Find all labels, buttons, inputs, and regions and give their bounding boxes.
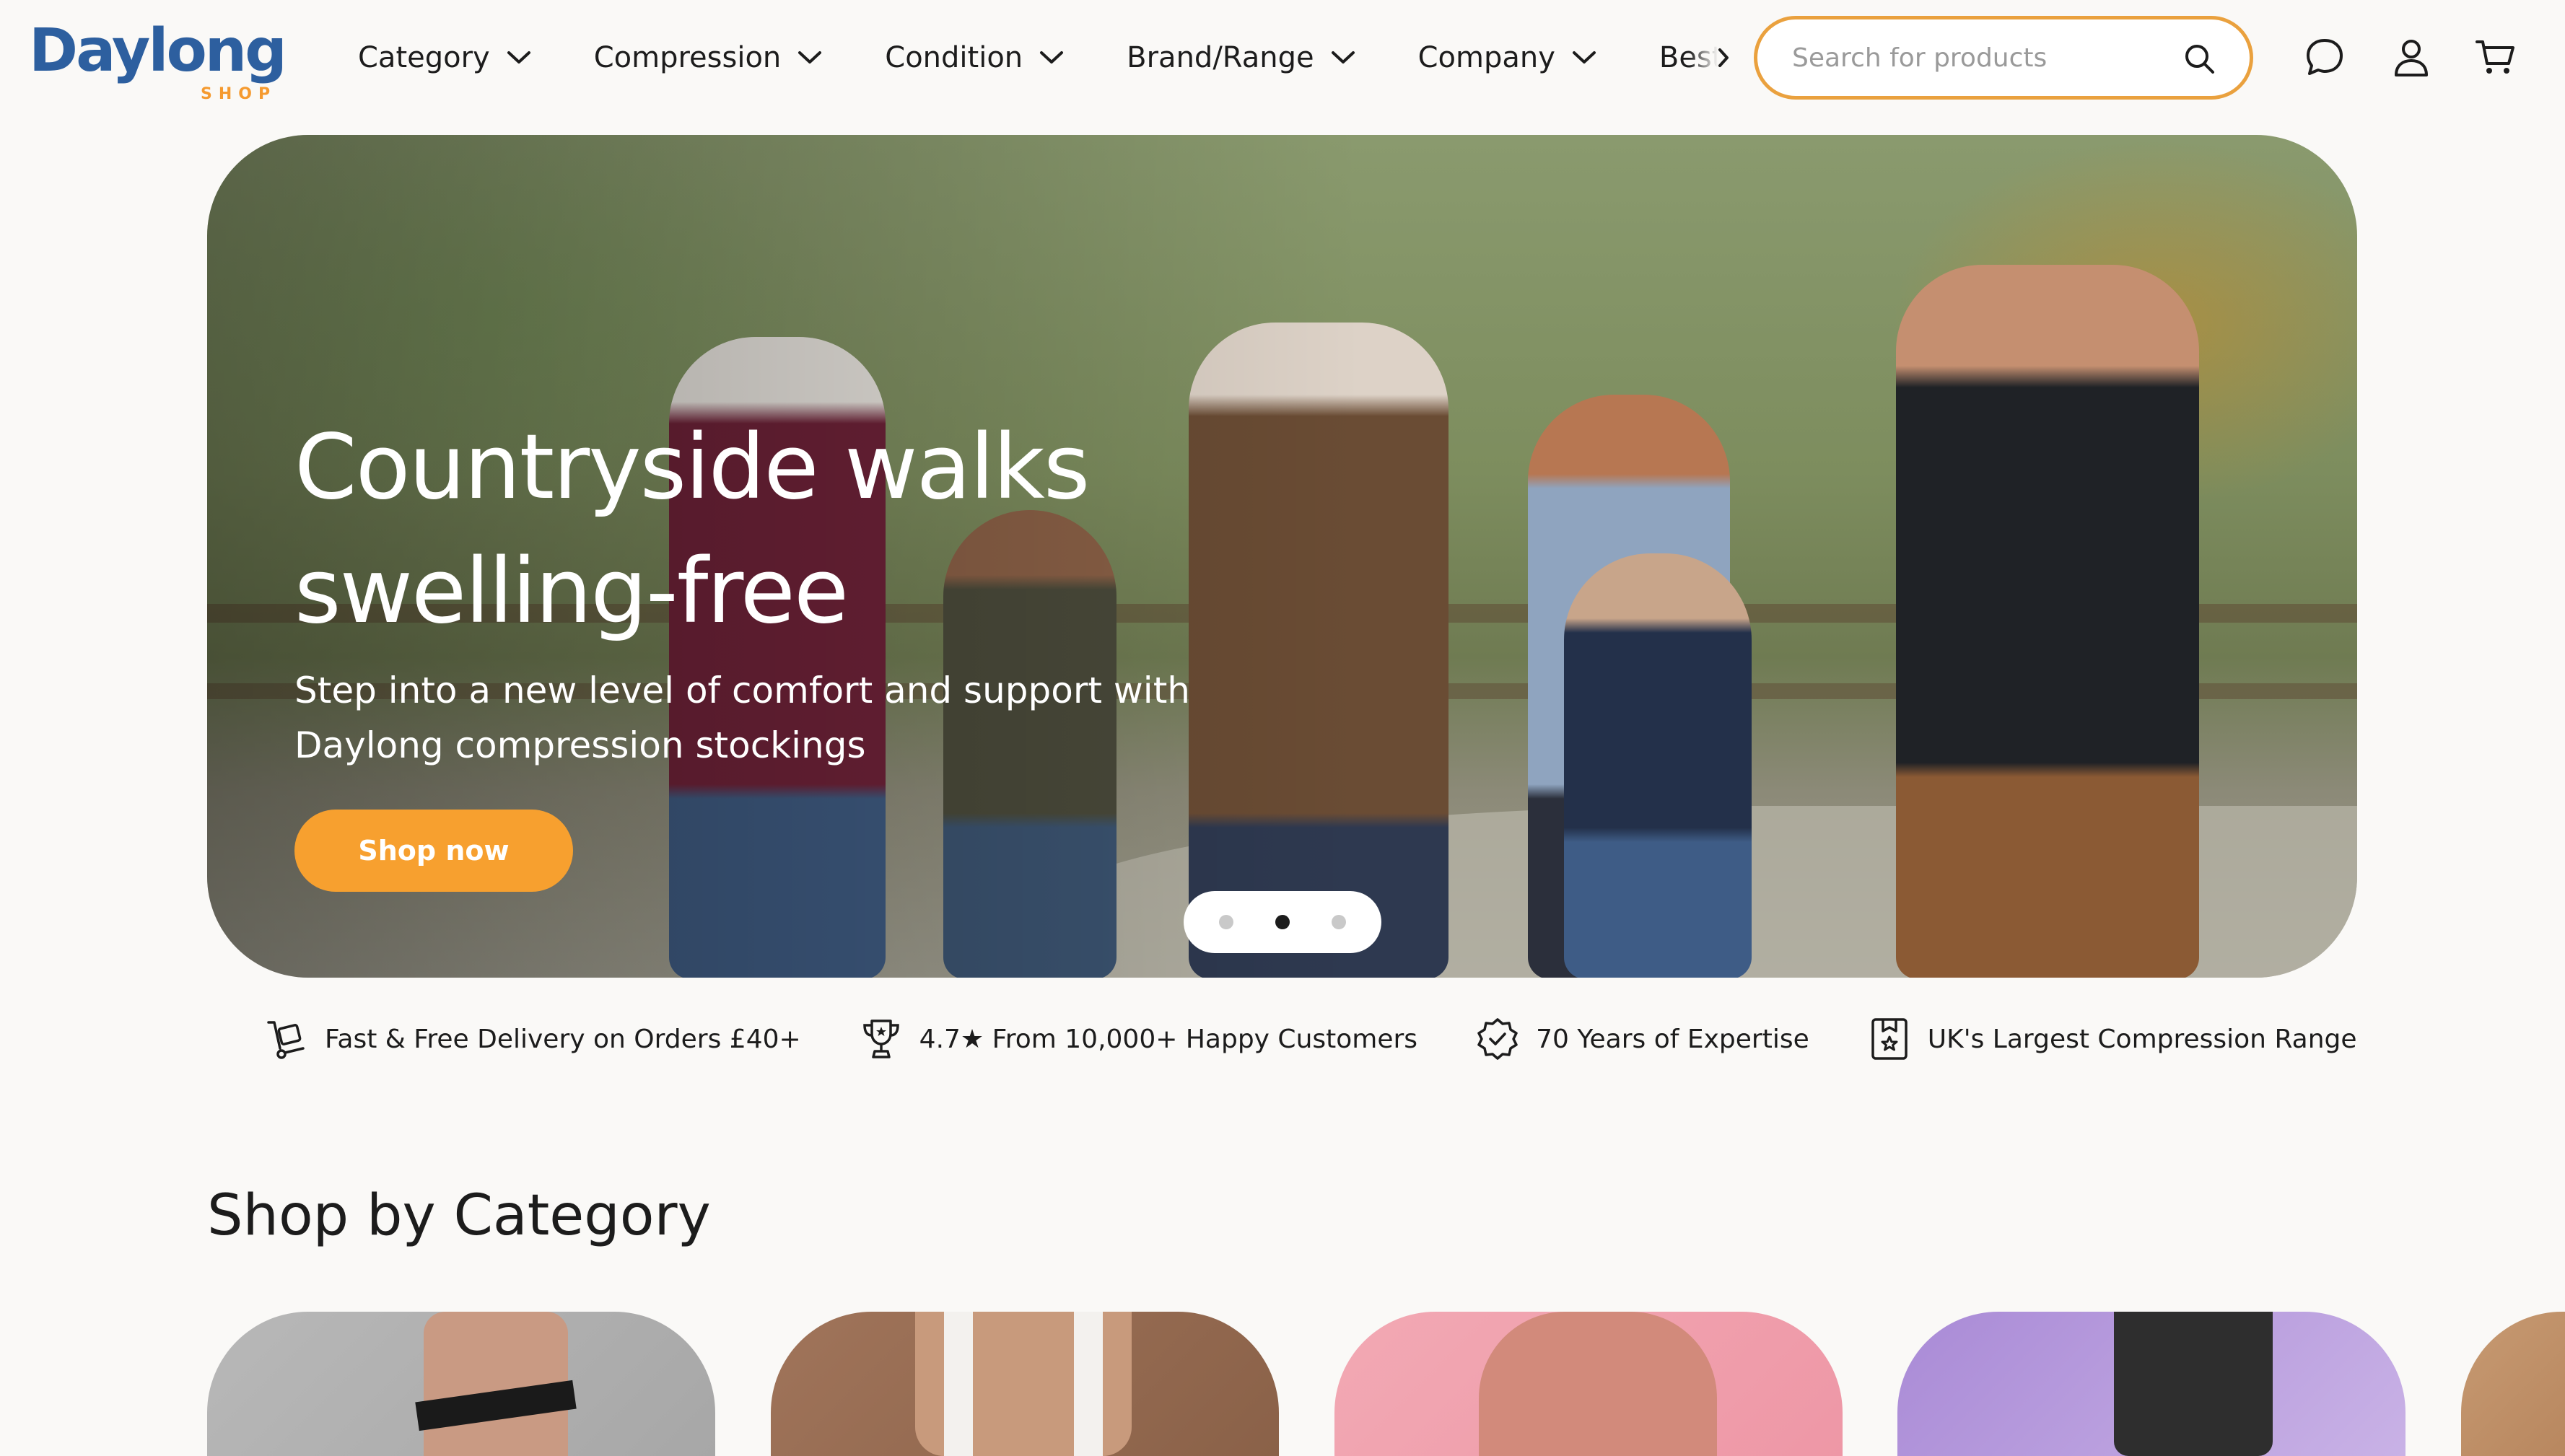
chevron-down-icon <box>1040 51 1064 63</box>
nav-condition-label: Condition <box>885 41 1023 74</box>
logo-subtitle: SHOP <box>201 85 277 103</box>
logo-wordmark: Daylong <box>29 17 287 85</box>
nav-brand-range-label: Brand/Range <box>1127 41 1314 74</box>
chevron-down-icon <box>507 51 530 63</box>
nav-scroll-right-button[interactable] <box>1709 40 1738 75</box>
category-image <box>2114 1312 2273 1456</box>
chevron-down-icon <box>1331 51 1355 63</box>
carousel-dot-2[interactable] <box>1275 915 1290 929</box>
daylong-shop-logo[interactable]: Daylong SHOP <box>29 19 287 104</box>
feature-strip: Fast & Free Delivery on Orders £40+ 4.7★… <box>264 1010 2415 1068</box>
nav-category[interactable]: Category <box>358 29 532 87</box>
person-father <box>1896 265 2199 978</box>
cart-icon[interactable] <box>2474 36 2516 78</box>
trophy-icon <box>862 1019 899 1058</box>
feature-delivery: Fast & Free Delivery on Orders £40+ <box>264 1017 801 1061</box>
nav-compression-label: Compression <box>593 41 782 74</box>
nav-company[interactable]: Company <box>1418 29 1597 87</box>
feature-range: UK's Largest Compression Range <box>1867 1017 2357 1061</box>
feature-reviews: 4.7★ From 10,000+ Happy Customers <box>859 1017 1417 1061</box>
chevron-right-icon <box>1718 48 1729 67</box>
hero-subtitle: Step into a new level of comfort and sup… <box>294 670 1190 766</box>
feature-range-text: UK's Largest Compression Range <box>1927 1024 2357 1054</box>
category-image <box>944 1312 973 1456</box>
site-header: Daylong SHOP Category Compression Condit… <box>0 0 2565 115</box>
search-input[interactable] <box>1792 43 2167 73</box>
category-card[interactable] <box>1334 1312 1843 1456</box>
category-card[interactable] <box>207 1312 715 1456</box>
hero-title-line-1: Countryside walks <box>294 416 1090 519</box>
star-bookmark-icon <box>1871 1018 1908 1060</box>
nav-company-label: Company <box>1417 41 1555 74</box>
shop-by-category-heading: Shop by Category <box>207 1183 711 1248</box>
nav-category-label: Category <box>358 41 490 74</box>
shop-now-button[interactable]: Shop now <box>294 810 573 892</box>
feature-expertise: 70 Years of Expertise <box>1475 1017 1809 1061</box>
category-card[interactable] <box>1897 1312 2405 1456</box>
badge-check-icon <box>1477 1018 1518 1060</box>
nav-brand-range[interactable]: Brand/Range <box>1127 29 1355 87</box>
search-icon[interactable] <box>2183 43 2216 76</box>
hero-banner: Countryside walks swelling-free Step int… <box>207 135 2357 978</box>
feature-delivery-text: Fast & Free Delivery on Orders £40+ <box>325 1024 801 1054</box>
delivery-icon <box>267 1021 305 1059</box>
category-image <box>1074 1312 1103 1456</box>
carousel-dot-3[interactable] <box>1332 915 1346 929</box>
chevron-down-icon <box>1572 51 1596 63</box>
carousel-dot-1[interactable] <box>1219 915 1233 929</box>
hero-title: Countryside walks swelling-free <box>294 405 1305 654</box>
chat-icon[interactable] <box>2304 36 2346 78</box>
category-card[interactable] <box>771 1312 1279 1456</box>
account-icon[interactable] <box>2390 36 2432 78</box>
search-box[interactable] <box>1754 16 2253 100</box>
category-image <box>1479 1312 1717 1456</box>
category-card[interactable] <box>2461 1312 2565 1456</box>
feature-expertise-text: 70 Years of Expertise <box>1536 1024 1809 1054</box>
nav-compression[interactable]: Compression <box>594 29 823 87</box>
feature-reviews-text: 4.7★ From 10,000+ Happy Customers <box>919 1024 1418 1054</box>
chevron-down-icon <box>798 51 822 63</box>
person-girl <box>1564 553 1752 978</box>
nav-condition[interactable]: Condition <box>885 29 1065 87</box>
hero-title-line-2: swelling-free <box>294 540 849 644</box>
carousel-pagination <box>1184 891 1381 953</box>
main-nav: Category Compression Condition Brand/Ran… <box>358 29 1736 87</box>
